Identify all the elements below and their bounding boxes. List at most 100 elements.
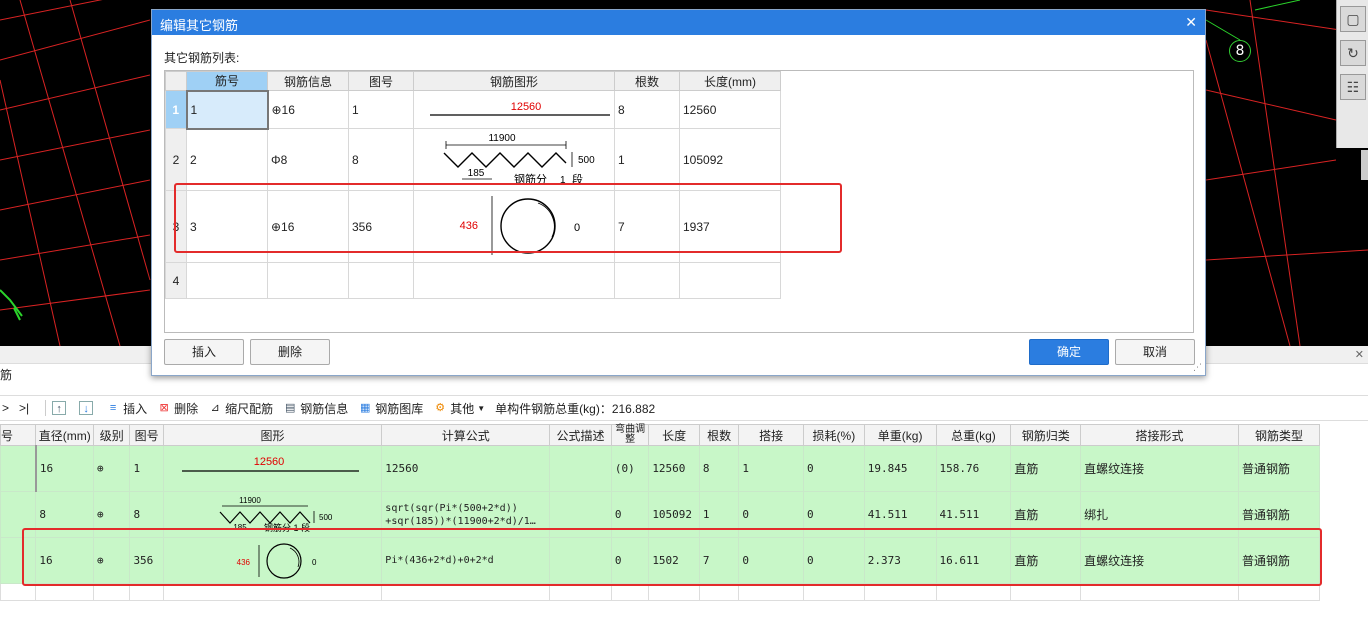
cancel-button[interactable]: 取消: [1115, 339, 1195, 365]
insert-button[interactable]: ≡ 插入: [106, 400, 147, 417]
dialog-title-bar[interactable]: 编辑其它钢筋 ✕: [152, 10, 1205, 35]
ok-button[interactable]: 确定: [1029, 339, 1109, 365]
cell-length[interactable]: 105092: [679, 128, 781, 191]
cell-bar-shape[interactable]: 11900 500 185 钢筋分 1 段: [413, 128, 615, 191]
col-rebar-type[interactable]: 钢筋类型: [1237, 424, 1321, 446]
cell-fig-no[interactable]: [348, 262, 414, 299]
corner-cell[interactable]: [165, 71, 187, 91]
cell-bar-no[interactable]: 1: [185, 89, 269, 130]
col-bar-no[interactable]: 筋号: [186, 71, 268, 91]
view-scrollbar[interactable]: [1361, 150, 1368, 180]
cell-bar-no[interactable]: 2: [186, 128, 268, 191]
cell-lap[interactable]: 1: [738, 445, 805, 492]
cell-count[interactable]: 1: [614, 128, 680, 191]
cell-total-weight[interactable]: 158.76: [935, 445, 1012, 492]
cube-icon[interactable]: ▢: [1340, 6, 1366, 32]
rebar-toolbar: > >| ↑ ↓ ≡ 插入 ⊠ 删除 ⊿ 缩尺配筋 ▤ 钢筋信息 ▦ 钢筋图库 ⚙ 其他 ▼ …: [0, 395, 1368, 421]
col-fig-no[interactable]: 图号: [348, 71, 414, 91]
scale-rebar-button[interactable]: ⊿ 缩尺配筋: [208, 400, 274, 417]
col-count[interactable]: 根数: [614, 71, 680, 91]
cell-formula[interactable]: 12560: [381, 445, 551, 492]
cell-grade[interactable]: ⊕: [93, 445, 131, 492]
cell-unit-weight[interactable]: 19.845: [863, 445, 937, 492]
col-diameter[interactable]: 直径(mm): [35, 424, 95, 446]
rebar-panel: ✕ 筋 > >| ↑ ↓ ≡ 插入 ⊠ 删除 ⊿ 缩尺配筋 ▤ 钢筋信息 ▦ 钢筋图库 ⚙…: [0, 346, 1368, 618]
cell-count[interactable]: 8: [614, 90, 680, 129]
cell-bar-info[interactable]: ⊕16: [267, 90, 349, 129]
cell-length[interactable]: 12560: [648, 445, 700, 492]
cell-fig-no[interactable]: 8: [348, 128, 414, 191]
col-unit-weight[interactable]: 单重(kg): [863, 424, 937, 446]
cell-bend[interactable]: (0): [610, 445, 650, 492]
nav-last-button[interactable]: >|: [19, 401, 29, 415]
rebar-info-button[interactable]: ▤ 钢筋信息: [283, 400, 348, 417]
col-lap-type[interactable]: 搭接形式: [1080, 424, 1239, 446]
close-icon[interactable]: ✕: [1185, 14, 1197, 31]
cell-bar-info[interactable]: Φ8: [267, 128, 349, 191]
col-fig-no[interactable]: 图号: [129, 424, 164, 446]
close-icon[interactable]: ✕: [1355, 348, 1364, 361]
zigzag-height-label: 500: [319, 513, 333, 522]
table-row[interactable]: 2 2 Φ8 8 11900 500 185 钢筋分 1 段 1 105092: [165, 128, 781, 191]
cell-bar-shape[interactable]: 12560: [413, 90, 615, 129]
col-length[interactable]: 长度(mm): [679, 71, 781, 91]
delete-button[interactable]: ⊠ 删除: [157, 400, 199, 417]
layers-icon[interactable]: ☷: [1340, 74, 1366, 100]
cell-desc[interactable]: [549, 445, 612, 492]
cell-bar-shape[interactable]: [413, 262, 615, 299]
col-category[interactable]: 钢筋归类: [1010, 424, 1082, 446]
cell-lap-type[interactable]: 直螺纹连接: [1080, 445, 1239, 492]
insert-button[interactable]: 插入: [164, 339, 244, 365]
cell-fig-no[interactable]: 1: [129, 445, 164, 492]
cell-bar-no[interactable]: [186, 262, 268, 299]
col-formula[interactable]: 计算公式: [381, 424, 551, 446]
col-grade[interactable]: 级别: [93, 424, 131, 446]
highlight-box-dialog: [174, 183, 842, 253]
cell-fig-no[interactable]: 1: [348, 90, 414, 129]
delete-icon: ⊠: [159, 402, 169, 414]
bar-length-label: 12560: [254, 456, 285, 468]
insert-icon: ≡: [109, 402, 117, 414]
row-number[interactable]: 2: [165, 128, 187, 191]
cell-count[interactable]: 8: [698, 445, 740, 492]
col-total-weight[interactable]: 总重(kg): [935, 424, 1012, 446]
rebar-library-button[interactable]: ▦ 钢筋图库: [358, 400, 423, 417]
cell-bar-info[interactable]: [267, 262, 349, 299]
col-shape[interactable]: 图形: [162, 424, 383, 446]
move-down-button[interactable]: ↓: [79, 401, 96, 415]
table-row[interactable]: 4: [165, 262, 781, 299]
table-row[interactable]: 16 ⊕ 1 12560 12560 (0) 12560 8 1 0 19.84…: [0, 445, 1321, 492]
cell-diameter[interactable]: 16: [35, 445, 95, 492]
delete-button[interactable]: 删除: [250, 339, 330, 365]
dialog-title: 编辑其它钢筋: [160, 18, 239, 33]
col-formula-desc[interactable]: 公式描述: [549, 424, 612, 446]
cell-no[interactable]: [0, 445, 37, 492]
cell-shape[interactable]: 12560: [162, 445, 383, 492]
col-length[interactable]: 长度: [648, 424, 700, 446]
cell-length[interactable]: 12560: [679, 90, 781, 129]
move-up-button[interactable]: ↑: [52, 401, 69, 415]
other-dropdown[interactable]: ⚙ 其他 ▼: [433, 400, 485, 417]
row-number[interactable]: 1: [165, 90, 187, 129]
cell-rebar-type[interactable]: 普通钢筋: [1237, 445, 1321, 492]
col-count[interactable]: 根数: [698, 424, 740, 446]
nav-next-button[interactable]: >: [2, 401, 9, 415]
col-no[interactable]: 号: [0, 424, 37, 446]
rotate-icon[interactable]: ↻: [1340, 40, 1366, 66]
table-row-empty[interactable]: [0, 583, 1321, 601]
col-bar-shape[interactable]: 钢筋图形: [413, 71, 615, 91]
zigzag-height-label: 500: [578, 155, 595, 166]
document-icon: ▤: [284, 402, 296, 414]
col-bar-info[interactable]: 钢筋信息: [267, 71, 349, 91]
col-bend-adjust[interactable]: 弯曲调整: [610, 424, 650, 446]
cell-count[interactable]: [614, 262, 680, 299]
grid-header: 号 直径(mm) 级别 图号 图形 计算公式 公式描述 弯曲调整 长度 根数 搭…: [0, 424, 1321, 446]
col-lap[interactable]: 搭接: [738, 424, 805, 446]
row-number[interactable]: 4: [165, 262, 187, 299]
cell-length[interactable]: [679, 262, 781, 299]
table-row[interactable]: 1 1 ⊕16 1 12560 8 12560: [165, 89, 781, 130]
cell-loss[interactable]: 0: [803, 445, 865, 492]
col-loss[interactable]: 损耗(%): [803, 424, 865, 446]
cell-category[interactable]: 直筋: [1010, 445, 1082, 492]
resize-grip-icon[interactable]: ⋰: [1193, 362, 1202, 373]
